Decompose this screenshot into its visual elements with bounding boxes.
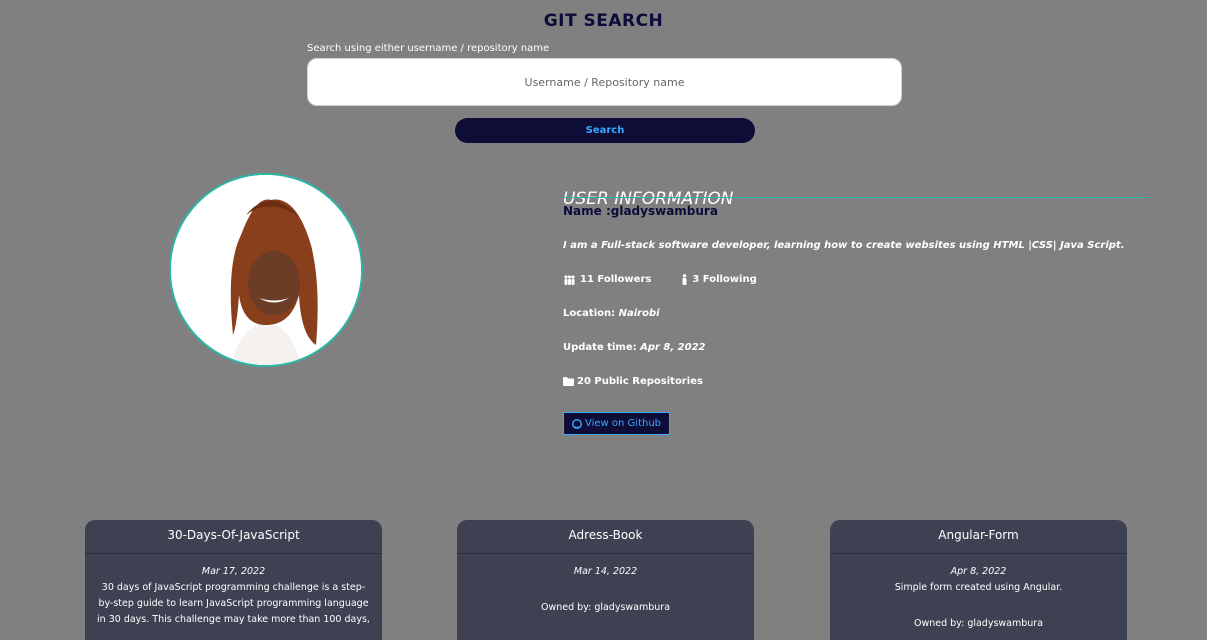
repo-owner: Owned by: gladyswambura xyxy=(540,602,671,613)
folder-icon xyxy=(563,377,574,386)
repo-date: Mar 14, 2022 xyxy=(573,566,638,577)
repo-card-body: Apr 8, 2022 Simple form created using An… xyxy=(830,554,1127,632)
location-value: Nairobi xyxy=(618,308,660,319)
following-count: 3 Following xyxy=(692,274,757,285)
user-name: Name :gladyswambura xyxy=(563,204,718,218)
user-icon xyxy=(681,274,688,285)
followers-count: 11 Followers xyxy=(580,274,652,285)
repo-card[interactable]: 30-Days-Of-JavaScript Mar 17, 2022 30 da… xyxy=(85,520,382,640)
repo-card[interactable]: Adress-Book Mar 14, 2022 Owned by: glady… xyxy=(457,520,754,640)
search-button[interactable]: Search xyxy=(455,118,755,143)
update-label: Update time: xyxy=(563,342,637,353)
location-label: Location: xyxy=(563,308,616,319)
repo-date: Mar 17, 2022 xyxy=(201,566,266,577)
github-icon xyxy=(572,418,582,429)
following-stat: 3 Following xyxy=(681,274,757,285)
repo-name: Adress-Book xyxy=(457,520,754,554)
page-title: GIT SEARCH xyxy=(543,11,664,32)
repo-description: 30 days of JavaScript programming challe… xyxy=(97,582,370,625)
repo-card[interactable]: Angular-Form Apr 8, 2022 Simple form cre… xyxy=(830,520,1127,640)
repo-owner: Owned by: gladyswambura xyxy=(913,618,1044,629)
profile-photo xyxy=(171,175,361,365)
public-repos-count: 20 Public Repositories xyxy=(577,376,703,387)
github-button-label: View on Github xyxy=(585,418,662,429)
repo-name: 30-Days-Of-JavaScript xyxy=(85,520,382,554)
repo-card-body: Mar 17, 2022 30 days of JavaScript progr… xyxy=(85,554,382,628)
location-line: Location: Nairobi xyxy=(563,308,660,319)
repo-card-body: Mar 14, 2022 Owned by: gladyswambura xyxy=(457,554,754,616)
avatar xyxy=(169,173,363,367)
search-input[interactable] xyxy=(307,58,902,106)
repo-date: Apr 8, 2022 xyxy=(950,566,1007,577)
follow-stats: 11 Followers 3 Following xyxy=(563,274,757,285)
repo-name: Angular-Form xyxy=(830,520,1127,554)
search-label: Search using either username / repositor… xyxy=(307,43,550,54)
view-on-github-button[interactable]: View on Github xyxy=(563,412,671,435)
followers-stat: 11 Followers xyxy=(563,274,651,285)
repo-description: Simple form created using Angular. xyxy=(894,582,1063,593)
update-value: Apr 8, 2022 xyxy=(640,342,706,353)
users-icon xyxy=(563,274,576,285)
heading-divider xyxy=(563,197,1149,198)
repos-line: 20 Public Repositories xyxy=(563,376,703,387)
update-time-line: Update time: Apr 8, 2022 xyxy=(563,342,706,353)
user-bio: I am a Full-stack software developer, le… xyxy=(563,240,1125,251)
